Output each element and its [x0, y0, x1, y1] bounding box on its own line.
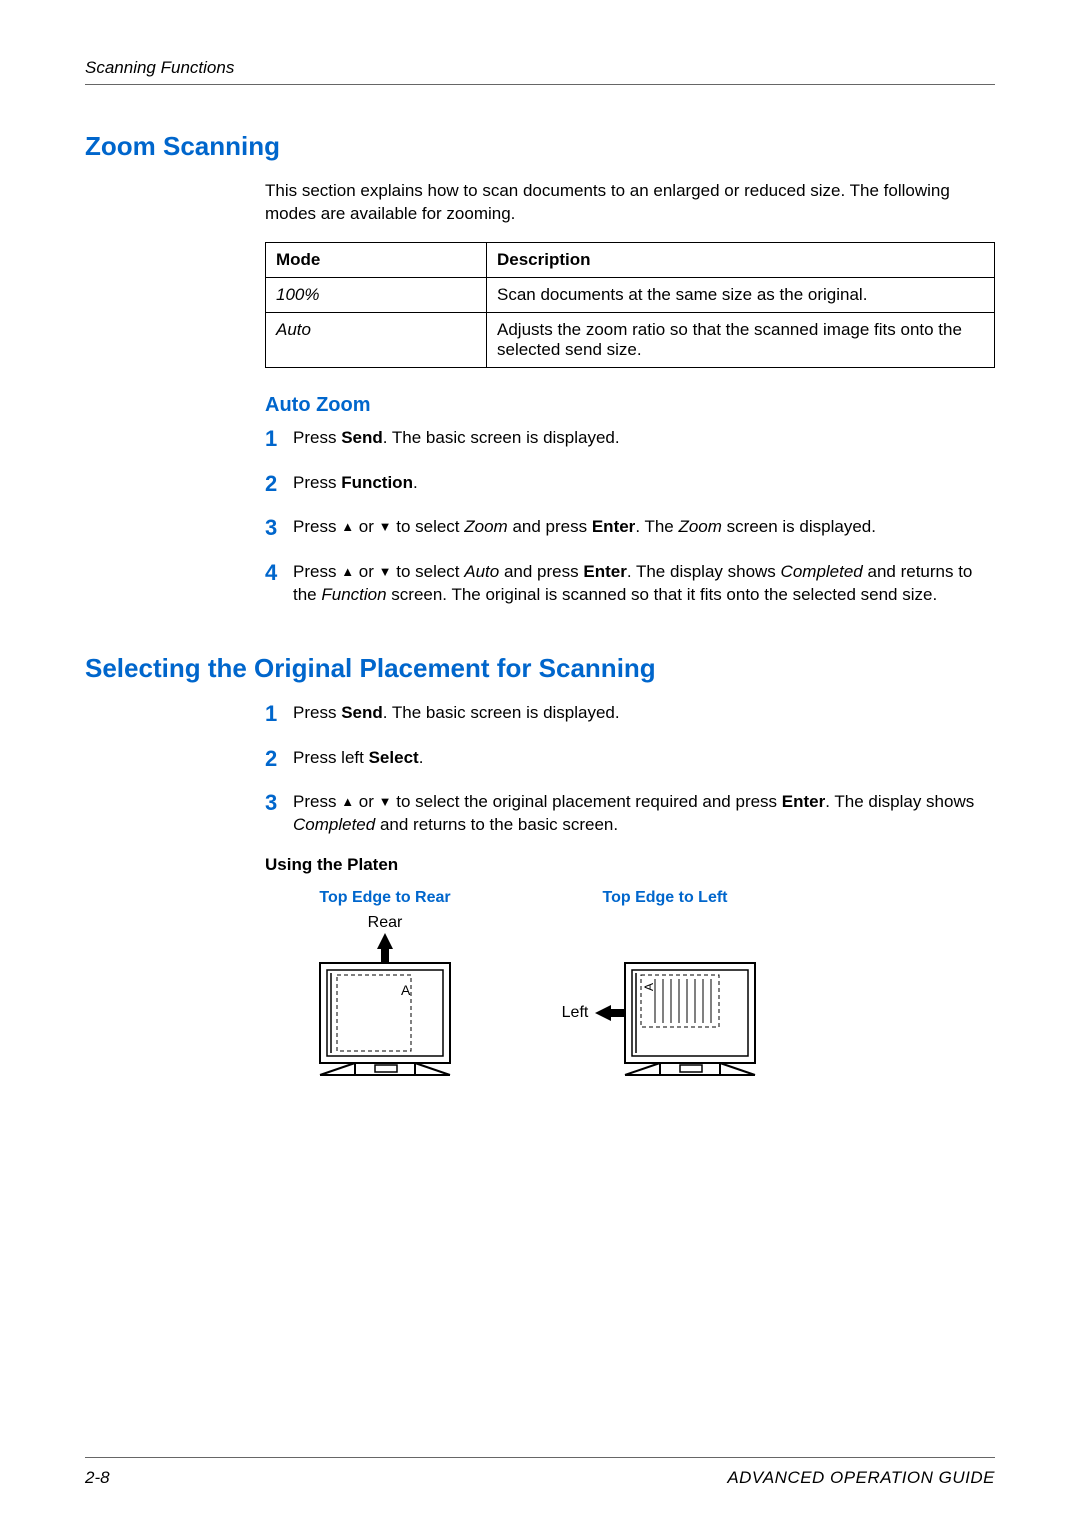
diagram-title: Top Edge to Rear [305, 889, 465, 907]
svg-text:Left: Left [562, 1004, 589, 1021]
step-number: 3 [265, 788, 293, 818]
diagram-title: Top Edge to Left [555, 889, 775, 907]
step-text: Press ▲ or ▼ to select Zoom and press En… [293, 516, 995, 539]
step-text: Press ▲ or ▼ to select Auto and press En… [293, 561, 995, 607]
step-text: Press ▲ or ▼ to select the original plac… [293, 791, 995, 837]
svg-text:A: A [642, 983, 656, 991]
step-number: 3 [265, 513, 293, 543]
auto-zoom-steps: 1 Press Send. The basic screen is displa… [265, 427, 995, 607]
col-mode: Mode [266, 242, 487, 277]
cell-description: Scan documents at the same size as the o… [487, 277, 995, 312]
diagram-top-edge-rear: Top Edge to Rear Rear A [305, 889, 465, 1088]
down-arrow-icon: ▼ [379, 563, 392, 581]
svg-text:Rear: Rear [368, 914, 403, 931]
down-arrow-icon: ▼ [379, 793, 392, 811]
running-header: Scanning Functions [85, 58, 995, 85]
col-description: Description [487, 242, 995, 277]
step-number: 1 [265, 699, 293, 729]
cell-mode: 100% [266, 277, 487, 312]
subsection-title-auto-zoom: Auto Zoom [265, 394, 995, 417]
page-number: 2-8 [85, 1468, 110, 1488]
platen-diagrams: Top Edge to Rear Rear A [305, 889, 995, 1088]
platen-rear-icon: Rear A [305, 913, 465, 1083]
step-text: Press left Select. [293, 747, 995, 770]
step-number: 2 [265, 744, 293, 774]
placement-steps: 1 Press Send. The basic screen is displa… [265, 702, 995, 837]
svg-text:A: A [401, 982, 411, 998]
cell-mode: Auto [266, 312, 487, 367]
section-title-zoom-scanning: Zoom Scanning [85, 131, 995, 162]
page-footer: 2-8 ADVANCED OPERATION GUIDE [85, 1457, 995, 1488]
up-arrow-icon: ▲ [341, 793, 354, 811]
diagram-top-edge-left: Top Edge to Left Left A [555, 889, 775, 1088]
table-row: 100% Scan documents at the same size as … [266, 277, 995, 312]
step-number: 2 [265, 469, 293, 499]
step-item: 4 Press ▲ or ▼ to select Auto and press … [265, 561, 995, 607]
step-item: 2 Press left Select. [265, 747, 995, 774]
down-arrow-icon: ▼ [379, 518, 392, 536]
up-arrow-icon: ▲ [341, 518, 354, 536]
step-text: Press Send. The basic screen is displaye… [293, 427, 995, 450]
guide-title: ADVANCED OPERATION GUIDE [727, 1468, 995, 1488]
step-item: 2 Press Function. [265, 472, 995, 499]
platen-heading: Using the Platen [265, 855, 995, 875]
platen-left-icon: Left A [555, 913, 775, 1083]
zoom-modes-table: Mode Description 100% Scan documents at … [265, 242, 995, 368]
step-number: 1 [265, 424, 293, 454]
intro-text: This section explains how to scan docume… [265, 180, 995, 226]
up-arrow-icon: ▲ [341, 563, 354, 581]
cell-description: Adjusts the zoom ratio so that the scann… [487, 312, 995, 367]
step-item: 3 Press ▲ or ▼ to select the original pl… [265, 791, 995, 837]
step-item: 1 Press Send. The basic screen is displa… [265, 702, 995, 729]
step-item: 3 Press ▲ or ▼ to select Zoom and press … [265, 516, 995, 543]
step-text: Press Function. [293, 472, 995, 495]
step-item: 1 Press Send. The basic screen is displa… [265, 427, 995, 454]
step-number: 4 [265, 558, 293, 588]
table-row: Auto Adjusts the zoom ratio so that the … [266, 312, 995, 367]
step-text: Press Send. The basic screen is displaye… [293, 702, 995, 725]
section-title-original-placement: Selecting the Original Placement for Sca… [85, 653, 995, 684]
